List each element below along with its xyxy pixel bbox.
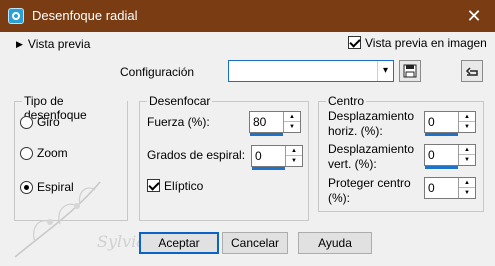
title-bar: Desenfoque radial ✕ <box>0 0 495 32</box>
decrement-icon[interactable]: ▼ <box>459 155 475 165</box>
center-title: Centro <box>326 94 367 108</box>
expand-triangle-icon: ▶ <box>16 39 23 49</box>
preview-in-image-label: Vista previa en imagen <box>365 36 487 50</box>
decrement-icon[interactable]: ▼ <box>284 122 300 132</box>
strength-label: Fuerza (%): <box>147 115 210 129</box>
preview-toggle[interactable]: ▶ Vista previa <box>16 37 90 51</box>
increment-icon[interactable]: ▲ <box>459 145 475 155</box>
vert-offset-input[interactable] <box>425 145 458 165</box>
protect-center-input[interactable] <box>425 178 458 198</box>
reset-button[interactable] <box>461 60 483 82</box>
checkbox-box <box>147 179 160 192</box>
decrement-icon[interactable]: ▼ <box>286 156 302 166</box>
radio-dot <box>20 115 33 129</box>
spiral-degrees-input[interactable] <box>252 146 285 166</box>
horiz-offset-slider-bar[interactable] <box>425 133 458 136</box>
blur-title: Desenfocar <box>147 94 213 108</box>
vert-offset-stepper[interactable]: ▲ ▼ <box>424 144 476 169</box>
app-icon <box>8 8 24 24</box>
spiral-degrees-stepper[interactable]: ▲ ▼ <box>251 145 303 170</box>
reset-icon <box>465 67 478 76</box>
horiz-offset-input[interactable] <box>425 112 458 132</box>
window-title: Desenfoque radial <box>32 8 138 23</box>
close-icon[interactable]: ✕ <box>463 5 485 27</box>
decrement-icon[interactable]: ▼ <box>459 122 475 132</box>
radio-giro-label: Giro <box>37 115 60 129</box>
elliptical-checkbox[interactable]: Elíptico <box>147 179 203 193</box>
strength-stepper[interactable]: ▲ ▼ <box>249 111 301 136</box>
increment-icon[interactable]: ▲ <box>286 146 302 156</box>
increment-icon[interactable]: ▲ <box>284 112 300 122</box>
horiz-offset-label: Desplazamiento horiz. (%): <box>328 109 415 138</box>
ok-button[interactable]: Aceptar <box>139 232 219 254</box>
help-button[interactable]: Ayuda <box>298 232 372 254</box>
cancel-button[interactable]: Cancelar <box>222 232 288 254</box>
spiral-degrees-label: Grados de espiral: <box>147 148 246 162</box>
increment-icon[interactable]: ▲ <box>459 112 475 122</box>
radio-dot <box>20 180 33 194</box>
configuration-label: Configuración <box>120 65 195 79</box>
radio-zoom-label: Zoom <box>37 146 68 160</box>
increment-icon[interactable]: ▲ <box>459 178 475 188</box>
preview-in-image-checkbox[interactable]: Vista previa en imagen <box>348 36 487 50</box>
configuration-select[interactable]: ▾ <box>228 60 394 82</box>
strength-input[interactable] <box>250 112 283 132</box>
protect-center-stepper[interactable]: ▲ ▼ <box>424 177 476 199</box>
horiz-offset-stepper[interactable]: ▲ ▼ <box>424 111 476 136</box>
save-icon <box>403 64 417 78</box>
chevron-down-icon[interactable]: ▾ <box>377 61 393 81</box>
radio-zoom[interactable]: Zoom <box>20 146 68 160</box>
blur-type-group: Tipo de desenfoque Giro Zoom Espiral <box>14 94 128 221</box>
decrement-icon[interactable]: ▼ <box>459 188 475 198</box>
elliptical-label: Elíptico <box>164 179 204 193</box>
preview-toggle-label: Vista previa <box>27 37 91 51</box>
blur-group: Desenfocar Fuerza (%): ▲ ▼ Grados de esp… <box>139 94 309 221</box>
radio-espiral-label: Espiral <box>37 180 74 194</box>
protect-center-label: Proteger centro (%): <box>328 176 411 205</box>
strength-slider-bar[interactable] <box>250 133 283 136</box>
radio-espiral[interactable]: Espiral <box>20 180 74 194</box>
save-preset-button[interactable] <box>399 60 421 82</box>
radio-giro[interactable]: Giro <box>20 115 60 129</box>
vert-offset-label: Desplazamiento vert. (%): <box>328 142 415 171</box>
center-group: Centro Desplazamiento horiz. (%): ▲ ▼ De… <box>318 94 484 212</box>
vert-offset-slider-bar[interactable] <box>425 166 458 169</box>
radio-dot <box>20 146 33 160</box>
checkbox-box <box>348 36 361 49</box>
spiral-degrees-slider-bar[interactable] <box>252 167 285 170</box>
